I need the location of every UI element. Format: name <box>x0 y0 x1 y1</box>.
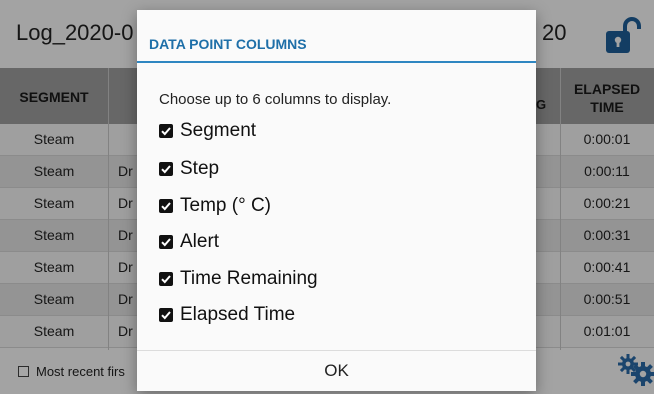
option-temp[interactable]: Temp (° C) <box>159 193 271 219</box>
option-label: Elapsed Time <box>180 304 296 325</box>
option-alert[interactable]: Alert <box>159 229 219 255</box>
option-time-remaining[interactable]: Time Remaining <box>159 266 318 292</box>
checkbox-checked-icon[interactable] <box>159 199 173 213</box>
ok-button[interactable]: OK <box>137 351 536 391</box>
option-label: Time Remaining <box>180 268 318 289</box>
checkbox-checked-icon[interactable] <box>159 235 173 249</box>
checkbox-checked-icon[interactable] <box>159 308 173 322</box>
option-step[interactable]: Step <box>159 156 219 182</box>
option-label: Temp (° C) <box>180 195 271 216</box>
dialog-prompt: Choose up to 6 columns to display. <box>159 91 392 108</box>
data-point-columns-dialog: DATA POINT COLUMNS Choose up to 6 column… <box>137 10 536 391</box>
checkbox-checked-icon[interactable] <box>159 162 173 176</box>
option-segment[interactable]: Segment <box>159 118 256 144</box>
checkbox-checked-icon[interactable] <box>159 124 173 138</box>
option-label: Segment <box>180 120 257 141</box>
checkbox-checked-icon[interactable] <box>159 272 173 286</box>
dialog-title-divider <box>137 61 536 63</box>
option-label: Alert <box>180 231 220 252</box>
dialog-title: DATA POINT COLUMNS <box>149 36 307 52</box>
option-elapsed-time[interactable]: Elapsed Time <box>159 302 295 328</box>
option-label: Step <box>180 158 220 179</box>
